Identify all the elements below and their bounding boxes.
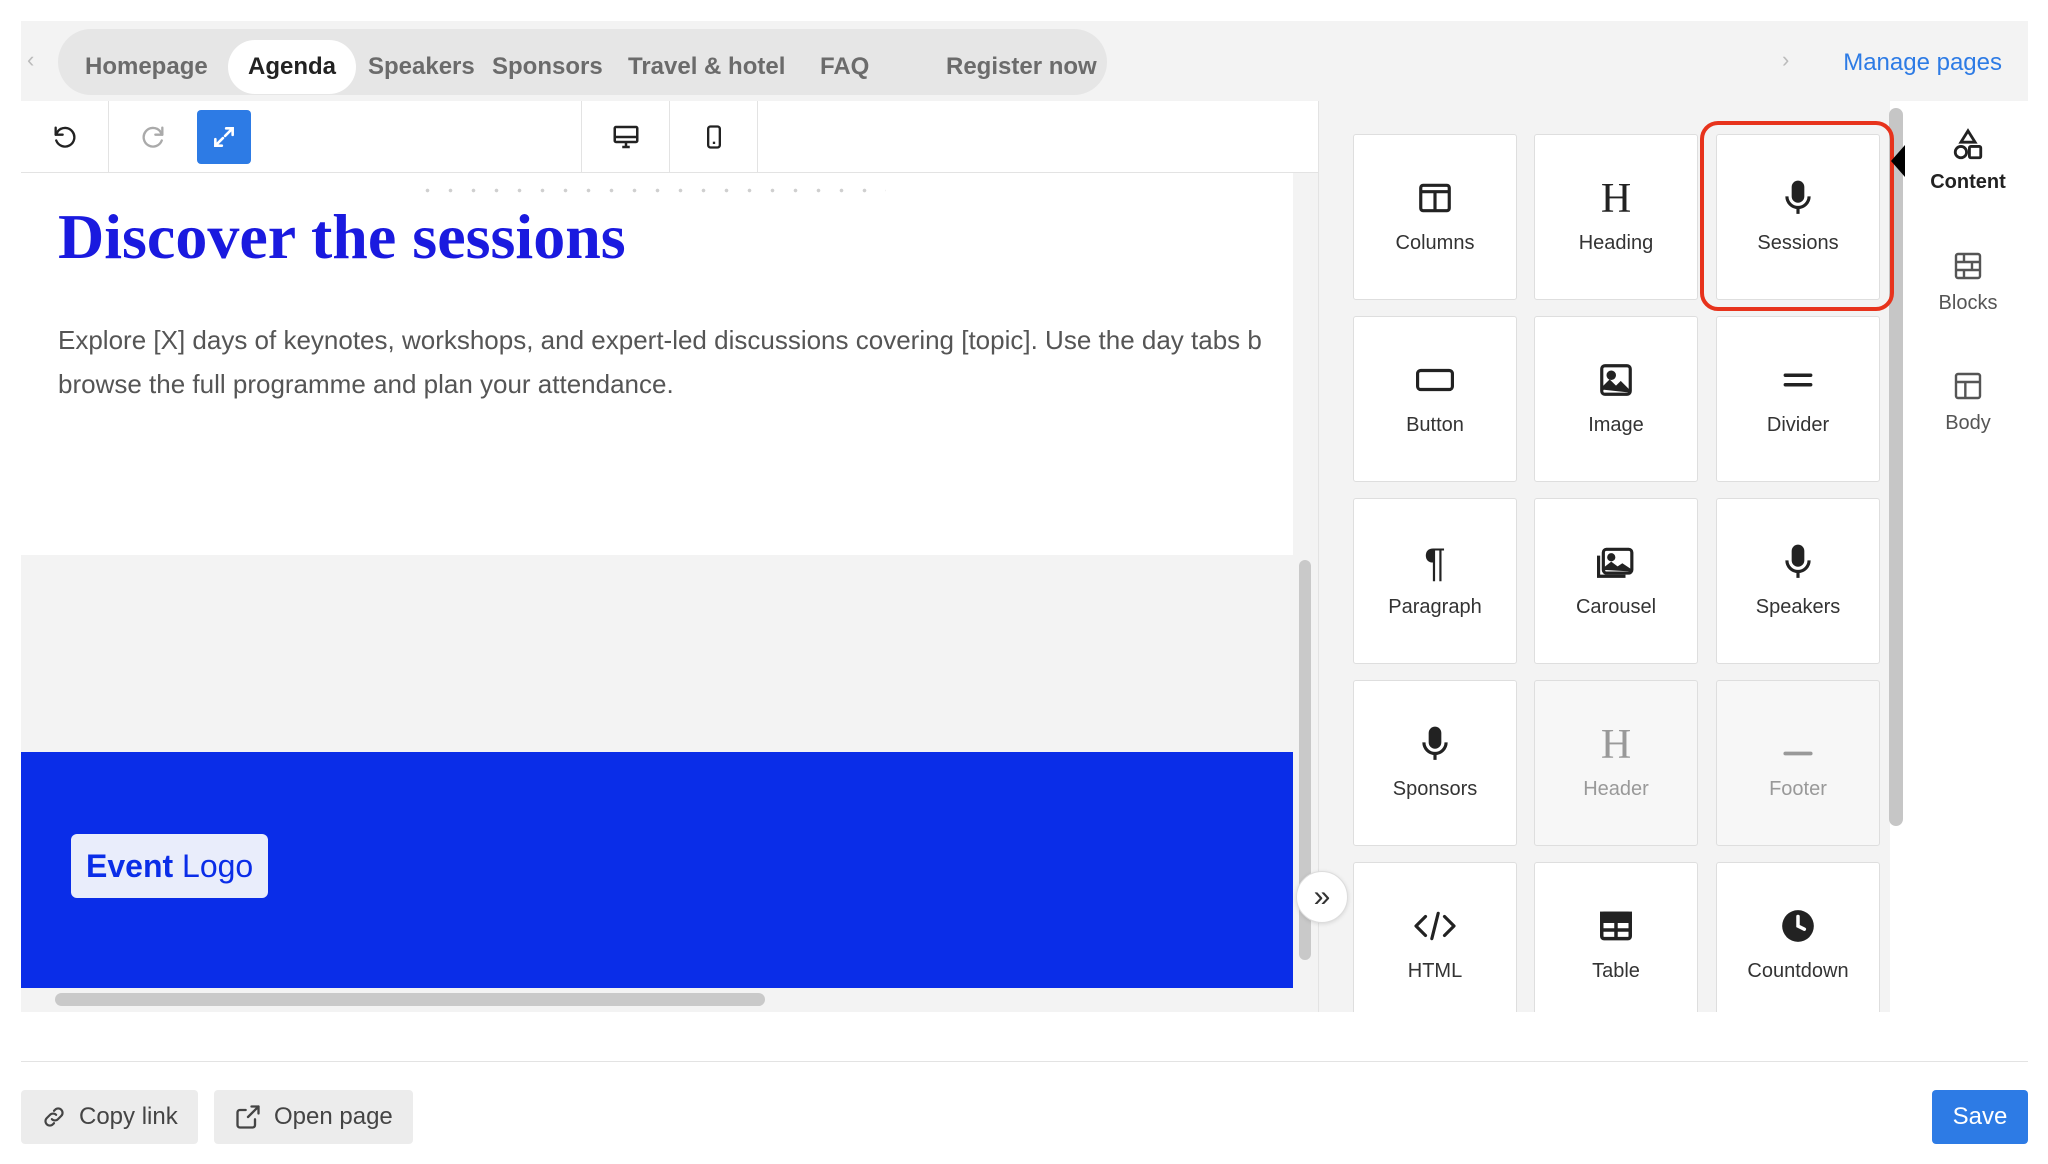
mobile-view-button[interactable] (670, 101, 757, 173)
tile-columns[interactable]: Columns (1353, 134, 1517, 300)
redo-icon (142, 126, 163, 148)
active-tab-marker (1891, 145, 1905, 177)
heading-icon: H (1600, 176, 1632, 222)
tile-label: Footer (1769, 778, 1827, 800)
expand-icon (214, 127, 234, 147)
table-icon (1600, 911, 1632, 941)
event-logo[interactable]: Event Logo (71, 834, 269, 898)
tile-footer[interactable]: Footer (1716, 680, 1880, 846)
scroll-left-icon[interactable]: ‹ (27, 47, 34, 73)
carousel-icon (1597, 547, 1634, 578)
divider-icon (1783, 373, 1813, 387)
tile-header[interactable]: H Header (1534, 680, 1698, 846)
fullscreen-button[interactable] (197, 110, 251, 164)
paragraph-icon: ¶ (1424, 541, 1446, 585)
tab-speakers[interactable]: Speakers (368, 40, 475, 94)
clock-icon (1782, 910, 1814, 942)
footer-icon (1783, 751, 1813, 756)
tile-label: Sponsors (1392, 778, 1478, 800)
tile-label: Paragraph (1388, 596, 1482, 618)
code-icon (1414, 911, 1456, 941)
tile-label: Carousel (1575, 596, 1657, 618)
page-editor: ‹ Homepage Agenda Speakers Sponsors Trav… (0, 0, 2048, 1164)
tab-faq[interactable]: FAQ (820, 40, 869, 94)
layout-icon (1954, 372, 1982, 400)
tile-countdown[interactable]: Countdown (1716, 862, 1880, 1012)
page-canvas[interactable]: Discover the sessions Explore [X] days o… (21, 173, 1293, 988)
tile-label: Speakers (1755, 596, 1841, 618)
columns-icon (1419, 183, 1451, 213)
tile-label: Image (1588, 414, 1644, 436)
tile-label: Countdown (1747, 960, 1849, 982)
manage-pages-link[interactable]: Manage pages (1843, 49, 2002, 77)
tile-carousel[interactable]: Carousel (1534, 498, 1698, 664)
logo-bold-text: Event (86, 848, 174, 884)
tile-table[interactable]: Table (1534, 862, 1698, 1012)
bottom-divider (21, 1061, 2028, 1062)
external-link-icon (236, 1105, 260, 1129)
tab-travel-hotel[interactable]: Travel & hotel (628, 40, 785, 94)
side-tabs: Content Blocks Body (1908, 101, 2028, 1012)
copy-link-label: Copy link (79, 1103, 178, 1130)
side-tab-label: Blocks (1938, 292, 1998, 314)
tile-html[interactable]: HTML (1353, 862, 1517, 1012)
shapes-icon (1953, 128, 1983, 160)
tile-heading[interactable]: H Heading (1534, 134, 1698, 300)
tile-label: Table (1592, 960, 1640, 982)
tile-speakers[interactable]: Speakers (1716, 498, 1880, 664)
microphone-icon (1422, 726, 1448, 760)
page-tabs: Homepage Agenda Speakers Sponsors Travel… (58, 29, 1107, 95)
tab-homepage[interactable]: Homepage (85, 40, 208, 94)
undo-button[interactable] (21, 101, 108, 173)
page-tabs-bar: ‹ Homepage Agenda Speakers Sponsors Trav… (21, 21, 2028, 101)
tile-button[interactable]: Button (1353, 316, 1517, 482)
tab-sponsors[interactable]: Sponsors (492, 40, 603, 94)
logo-text: Logo (173, 848, 254, 884)
desktop-icon (613, 125, 638, 149)
heading-icon: H (1600, 722, 1632, 768)
tile-label: HTML (1407, 960, 1463, 982)
side-tab-label: Body (1945, 412, 1991, 434)
copy-link-button[interactable]: Copy link (21, 1090, 198, 1144)
tile-label: Heading (1578, 232, 1654, 254)
open-page-button[interactable]: Open page (214, 1090, 413, 1144)
mobile-icon (706, 125, 721, 149)
tile-divider[interactable]: Divider (1716, 316, 1880, 482)
intro-paragraph[interactable]: Explore [X] days of keynotes, workshops,… (58, 318, 1293, 406)
side-tab-label: Content (1930, 171, 2006, 193)
editor-toolbar (21, 101, 1318, 173)
page-title[interactable]: Discover the sessions (58, 200, 626, 274)
button-icon (1416, 368, 1454, 392)
section-placeholder[interactable] (21, 555, 1293, 752)
tile-paragraph[interactable]: ¶ Paragraph (1353, 498, 1517, 664)
side-tab-blocks[interactable]: Blocks (1908, 246, 2028, 315)
tile-label: Header (1583, 778, 1649, 800)
tab-register-now[interactable]: Register now (946, 40, 1097, 94)
canvas-horizontal-scrollbar[interactable] (55, 993, 765, 1006)
side-tab-content[interactable]: Content (1908, 125, 2028, 194)
tile-label: Columns (1395, 232, 1475, 254)
blocks-icon (1954, 252, 1982, 280)
tile-label: Divider (1766, 414, 1830, 436)
tab-agenda[interactable]: Agenda (228, 40, 357, 94)
double-chevron-right-icon: » (1313, 880, 1331, 913)
tile-label: Button (1406, 414, 1464, 436)
image-icon (1600, 364, 1632, 396)
open-page-label: Open page (274, 1103, 393, 1130)
save-button[interactable]: Save (1932, 1090, 2028, 1144)
desktop-view-button[interactable] (582, 101, 669, 173)
scroll-right-icon[interactable]: › (1782, 47, 1789, 73)
tile-sponsors[interactable]: Sponsors (1353, 680, 1517, 846)
sessions-highlight (1700, 121, 1894, 311)
undo-icon (54, 126, 75, 148)
link-icon (44, 1107, 64, 1127)
collapse-panel-button[interactable]: » (1296, 871, 1348, 923)
redo-button[interactable] (109, 101, 196, 173)
side-tab-body[interactable]: Body (1908, 366, 2028, 435)
tile-image[interactable]: Image (1534, 316, 1698, 482)
microphone-icon (1785, 544, 1811, 578)
